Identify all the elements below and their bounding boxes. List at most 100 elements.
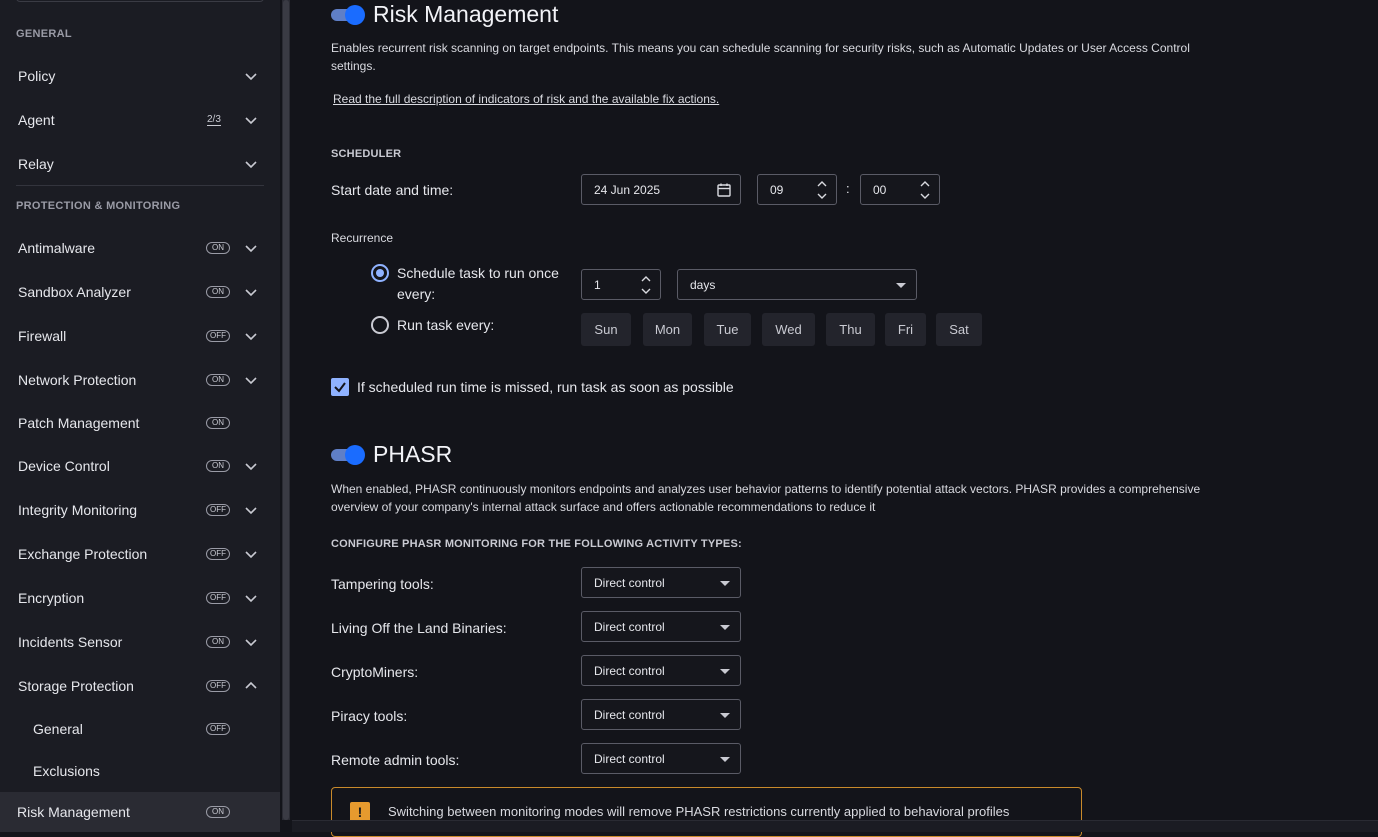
activity-select-remote-admin[interactable]: Direct control bbox=[581, 743, 741, 774]
risk-management-toggle[interactable] bbox=[331, 5, 365, 25]
activity-select-tampering[interactable]: Direct control bbox=[581, 567, 741, 598]
day-button-thu[interactable]: Thu bbox=[826, 313, 875, 346]
day-button-tue[interactable]: Tue bbox=[704, 313, 751, 346]
start-date-value: 24 Jun 2025 bbox=[594, 183, 661, 197]
sidebar-item-label: Storage Protection bbox=[18, 678, 134, 694]
sidebar-item-network-protection[interactable]: Network Protection ON bbox=[0, 360, 280, 400]
activity-label-tampering: Tampering tools: bbox=[331, 576, 434, 592]
run-once-radio[interactable] bbox=[371, 264, 389, 282]
sidebar-item-label: Exclusions bbox=[33, 763, 100, 779]
day-button-sun[interactable]: Sun bbox=[581, 313, 631, 346]
dropdown-caret-icon bbox=[720, 757, 730, 762]
sidebar-item-risk-management[interactable]: Risk Management ON bbox=[0, 792, 280, 832]
sidebar-item-label: Risk Management bbox=[17, 804, 130, 820]
day-button-fri[interactable]: Fri bbox=[885, 313, 926, 346]
sidebar-item-label: Encryption bbox=[18, 590, 85, 606]
hour-input[interactable]: 09 bbox=[757, 174, 837, 205]
activity-label-lolbins: Living Off the Land Binaries: bbox=[331, 620, 507, 636]
sidebar-item-label: Firewall bbox=[18, 328, 67, 344]
minute-value: 00 bbox=[873, 183, 887, 197]
chevron-down-icon bbox=[244, 591, 258, 605]
activity-select-lolbins[interactable]: Direct control bbox=[581, 611, 741, 642]
sidebar-item-label: Sandbox Analyzer bbox=[18, 284, 131, 300]
phasr-configure-heading: CONFIGURE PHASR MONITORING FOR THE FOLLO… bbox=[331, 538, 742, 550]
search-input[interactable] bbox=[16, 0, 264, 2]
status-badge: ON bbox=[206, 806, 230, 818]
day-button-mon[interactable]: Mon bbox=[643, 313, 692, 346]
start-date-input[interactable]: 24 Jun 2025 bbox=[581, 174, 741, 205]
sidebar-item-incidents-sensor[interactable]: Incidents Sensor ON bbox=[0, 622, 280, 662]
risk-description-line1: Enables recurrent risk scanning on targe… bbox=[331, 41, 1190, 55]
sidebar-item-encryption[interactable]: Encryption OFF bbox=[0, 578, 280, 618]
scrollbar-thumb[interactable] bbox=[283, 0, 289, 820]
bottom-bar bbox=[292, 820, 1378, 832]
day-button-wed[interactable]: Wed bbox=[762, 313, 815, 346]
hour-value: 09 bbox=[770, 183, 784, 197]
missed-run-label: If scheduled run time is missed, run tas… bbox=[357, 379, 734, 395]
activity-select-cryptominers[interactable]: Direct control bbox=[581, 655, 741, 686]
sidebar-item-patch-management[interactable]: Patch Management ON bbox=[0, 403, 280, 443]
missed-run-checkbox[interactable] bbox=[331, 378, 349, 396]
chevron-down-icon bbox=[244, 69, 258, 83]
dropdown-caret-icon bbox=[720, 669, 730, 674]
risk-description-link[interactable]: Read the full description of indicators … bbox=[333, 92, 719, 106]
status-badge: OFF bbox=[206, 680, 230, 692]
sidebar-item-storage-protection[interactable]: Storage Protection OFF bbox=[0, 666, 280, 706]
interval-value: 1 bbox=[594, 278, 601, 292]
sidebar: GENERAL Policy Agent 2/3 Relay PROTECTIO… bbox=[0, 0, 280, 832]
chevron-down-icon bbox=[244, 373, 258, 387]
run-once-label-line2: every: bbox=[397, 286, 436, 302]
risk-description-line2: settings. bbox=[331, 59, 376, 73]
phasr-toggle[interactable] bbox=[331, 445, 365, 465]
activity-label-cryptominers: CryptoMiners: bbox=[331, 664, 419, 680]
sidebar-item-exchange-protection[interactable]: Exchange Protection OFF bbox=[0, 534, 280, 574]
phasr-title: PHASR bbox=[373, 441, 453, 467]
status-badge: ON bbox=[206, 242, 230, 254]
sidebar-item-storage-general[interactable]: General OFF bbox=[0, 709, 280, 749]
activity-select-value: Direct control bbox=[594, 576, 665, 590]
sidebar-item-storage-exclusions[interactable]: Exclusions bbox=[0, 751, 280, 791]
status-badge: OFF bbox=[206, 548, 230, 560]
time-separator: : bbox=[846, 181, 850, 196]
sidebar-item-device-control[interactable]: Device Control ON bbox=[0, 446, 280, 486]
status-badge: ON bbox=[206, 636, 230, 648]
general-heading: GENERAL bbox=[16, 28, 72, 40]
sidebar-item-label: Exchange Protection bbox=[18, 546, 148, 562]
status-badge: OFF bbox=[206, 723, 230, 735]
minute-stepper-icon[interactable] bbox=[919, 179, 931, 201]
start-date-label: Start date and time: bbox=[331, 182, 454, 198]
status-badge: ON bbox=[206, 417, 230, 429]
sidebar-item-integrity-monitoring[interactable]: Integrity Monitoring OFF bbox=[0, 490, 280, 530]
activity-select-piracy[interactable]: Direct control bbox=[581, 699, 741, 730]
hour-stepper-icon[interactable] bbox=[816, 179, 828, 201]
sidebar-scrollbar[interactable] bbox=[282, 0, 290, 820]
sidebar-item-policy[interactable]: Policy bbox=[0, 56, 280, 96]
sidebar-item-firewall[interactable]: Firewall OFF bbox=[0, 316, 280, 356]
status-badge: ON bbox=[206, 374, 230, 386]
chevron-down-icon bbox=[244, 547, 258, 561]
calendar-icon[interactable] bbox=[716, 182, 732, 198]
warning-icon: ! bbox=[350, 802, 370, 822]
sidebar-item-antimalware[interactable]: Antimalware ON bbox=[0, 228, 280, 268]
protection-heading: PROTECTION & MONITORING bbox=[16, 200, 181, 212]
phasr-description-line2: overview of your company's internal atta… bbox=[331, 500, 876, 514]
sidebar-item-label: Policy bbox=[18, 68, 56, 84]
run-every-radio[interactable] bbox=[371, 316, 389, 334]
interval-unit-select[interactable]: days bbox=[677, 269, 917, 300]
minute-input[interactable]: 00 bbox=[860, 174, 940, 205]
day-button-sat[interactable]: Sat bbox=[936, 313, 982, 346]
sidebar-item-sandbox-analyzer[interactable]: Sandbox Analyzer ON bbox=[0, 272, 280, 312]
dropdown-caret-icon bbox=[720, 625, 730, 630]
run-every-label: Run task every: bbox=[397, 317, 495, 333]
check-icon bbox=[334, 382, 346, 393]
chevron-up-icon bbox=[244, 679, 258, 693]
divider bbox=[16, 185, 264, 186]
sidebar-item-relay[interactable]: Relay bbox=[0, 144, 280, 184]
status-badge: ON bbox=[206, 286, 230, 298]
sidebar-item-agent[interactable]: Agent 2/3 bbox=[0, 100, 280, 140]
interval-input[interactable]: 1 bbox=[581, 269, 661, 300]
chevron-down-icon bbox=[244, 157, 258, 171]
activity-select-value: Direct control bbox=[594, 708, 665, 722]
interval-stepper-icon[interactable] bbox=[640, 274, 652, 296]
scheduler-heading: SCHEDULER bbox=[331, 148, 402, 160]
